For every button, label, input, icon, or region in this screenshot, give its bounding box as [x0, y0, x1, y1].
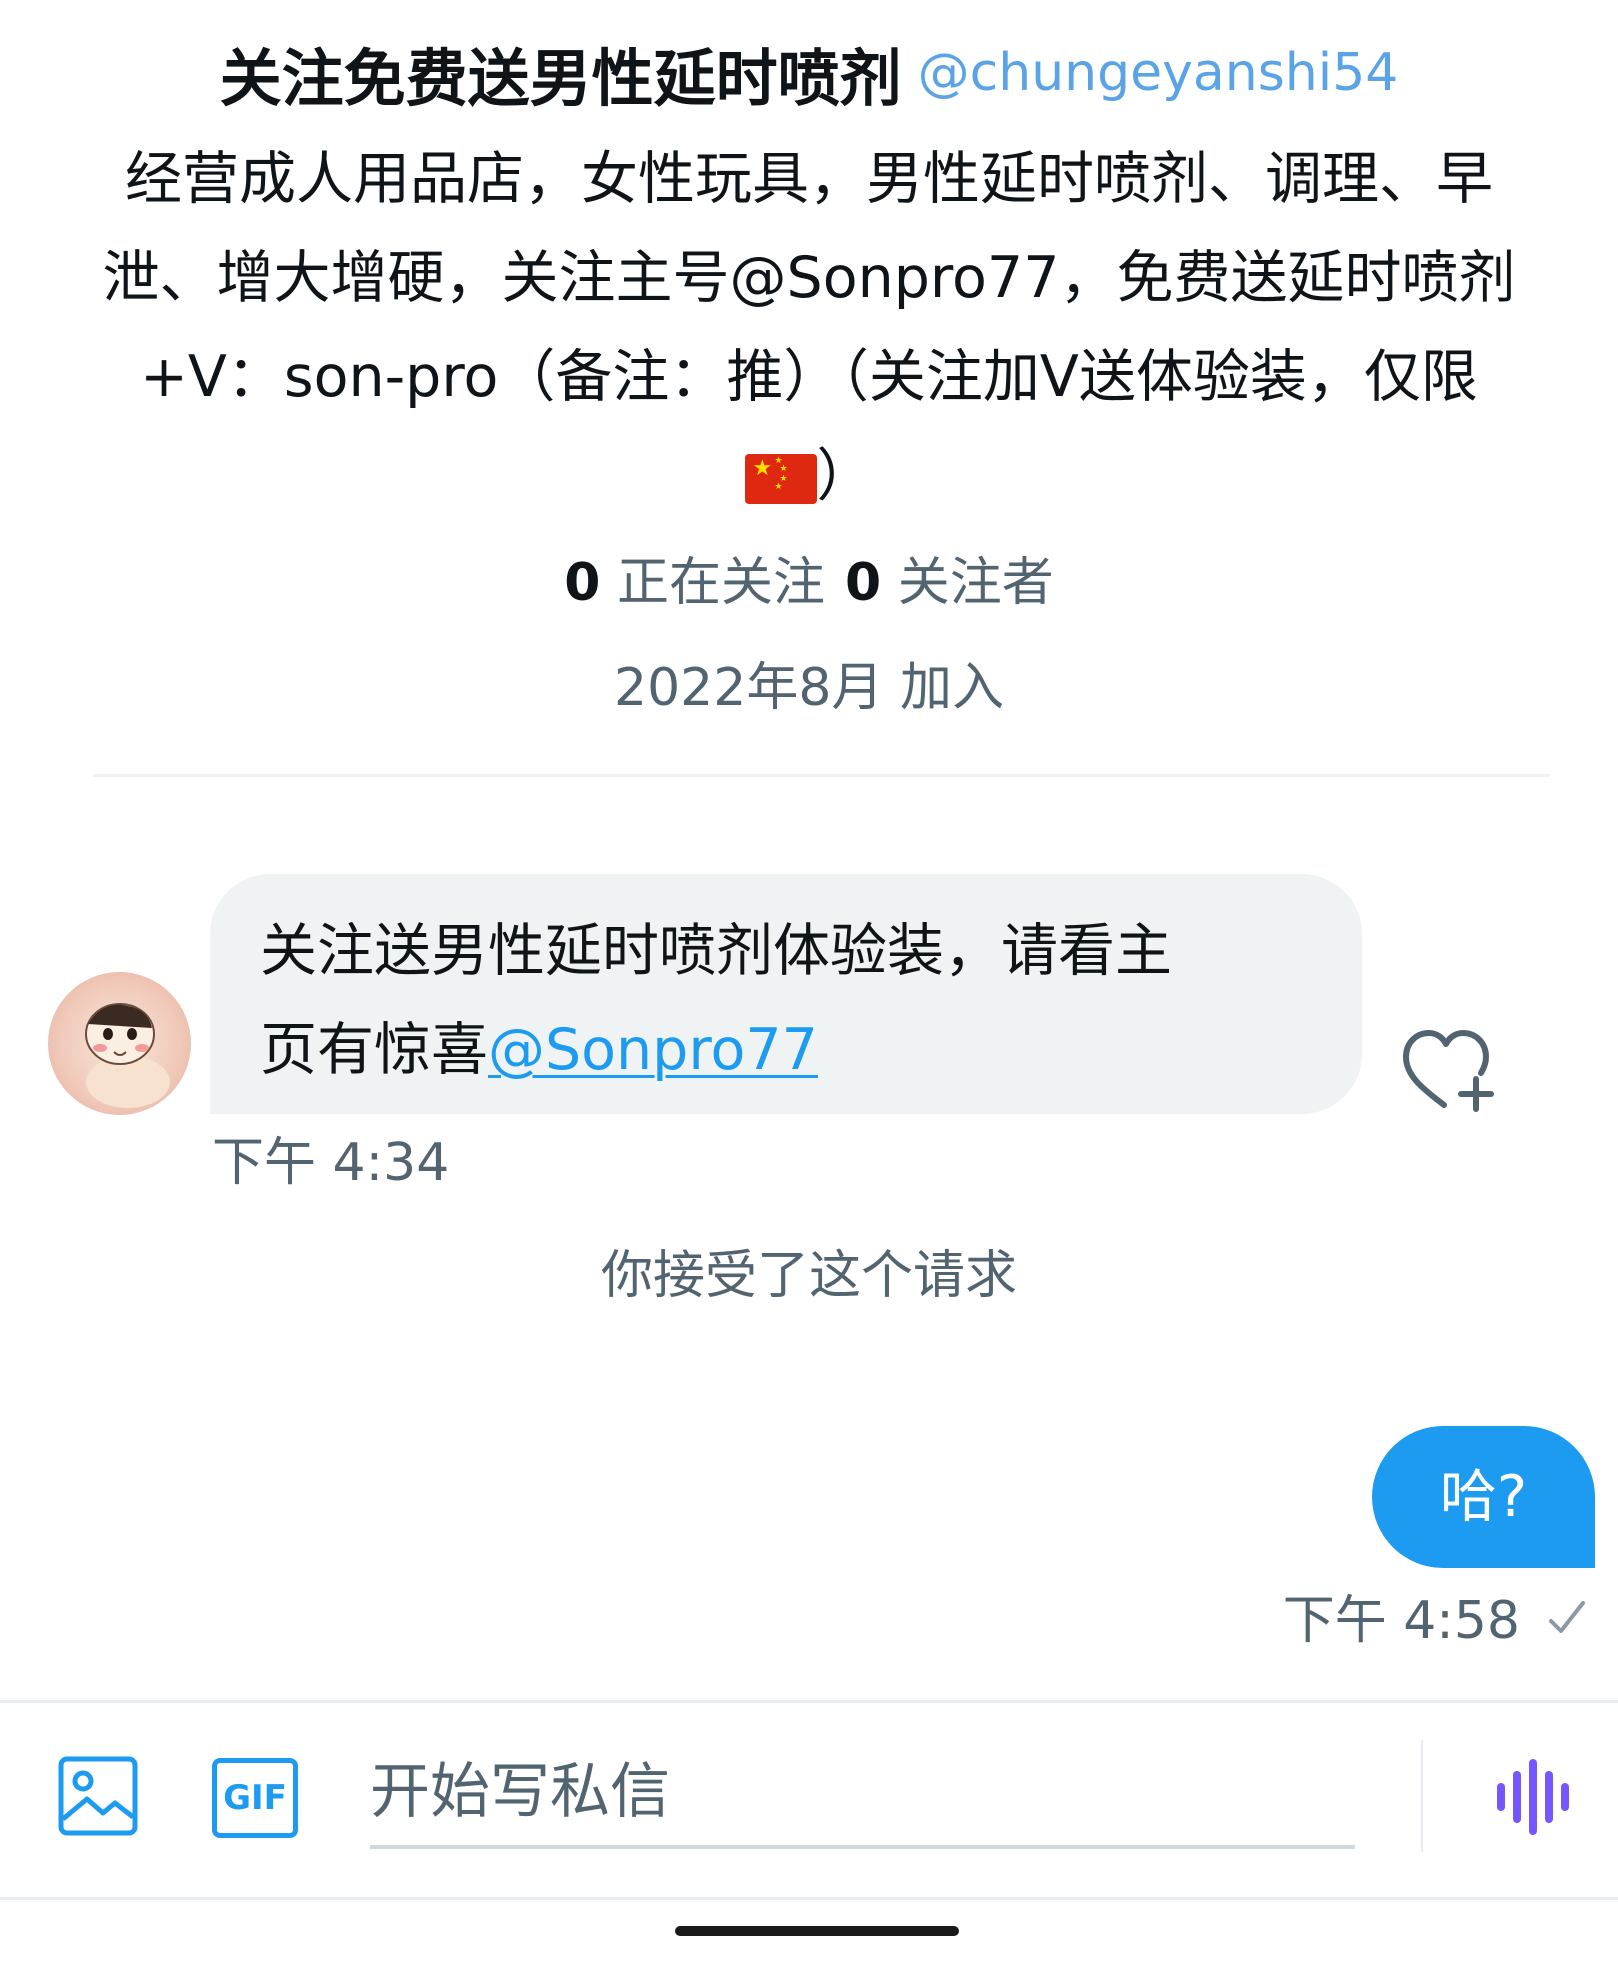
- request-accepted-notice: 你接受了这个请求: [600, 1246, 1017, 1306]
- message-input[interactable]: [370, 1740, 1355, 1844]
- bio-line: +V：son-pro（备注：推）（关注加V送体验装，仅限: [140, 344, 1478, 410]
- heart-plus-icon: [1403, 1030, 1494, 1112]
- incoming-message-text: 页有惊喜: [260, 1017, 488, 1083]
- image-icon: [58, 1756, 138, 1836]
- followers-label: 关注者: [897, 553, 1054, 613]
- bio-closing-paren: ）: [816, 443, 874, 509]
- outgoing-message-time: 下午 4:58: [1282, 1591, 1520, 1651]
- add-gif-button[interactable]: GIF: [212, 1758, 298, 1838]
- followers-link[interactable]: 0 关注者: [845, 553, 1054, 613]
- following-link[interactable]: 0 正在关注: [564, 553, 825, 613]
- home-indicator[interactable]: [675, 1926, 959, 1936]
- composer-bottom-divider: [0, 1897, 1618, 1900]
- profile-handle[interactable]: @chungeyanshi54: [918, 43, 1399, 103]
- message-input-underline: [370, 1845, 1355, 1849]
- incoming-message-line: 关注送男性延时喷剂体验装，请看主: [260, 918, 1172, 984]
- voice-waveform-icon: [1497, 1759, 1569, 1835]
- following-count: 0: [564, 553, 601, 613]
- bio-line-last: ★ ★ ★ ★ ★）: [55, 427, 1563, 526]
- incoming-message-bubble[interactable]: 关注送男性延时喷剂体验装，请看主 页有惊喜@Sonpro77: [210, 874, 1362, 1114]
- follow-stats: 0 正在关注 0 关注者: [0, 540, 1618, 615]
- avatar[interactable]: [48, 972, 191, 1115]
- incoming-message-line: 页有惊喜@Sonpro77: [260, 1001, 1312, 1100]
- mention-link[interactable]: @Sonpro77: [488, 1017, 818, 1083]
- check-icon: [1549, 1601, 1585, 1633]
- composer-separator: [1421, 1740, 1423, 1852]
- incoming-message-time: 下午 4:34: [212, 1133, 450, 1193]
- bio-line: 经营成人用品店，女性玩具，男性延时喷剂、调理、早: [125, 146, 1493, 212]
- gif-icon: GIF: [223, 1778, 287, 1818]
- outgoing-message-bubble[interactable]: 哈?: [1372, 1426, 1595, 1568]
- add-image-button[interactable]: [57, 1755, 139, 1837]
- voice-message-button[interactable]: [1495, 1757, 1571, 1837]
- profile-display-name[interactable]: 关注免费送男性延时喷剂: [220, 42, 902, 115]
- profile-name-row: 关注免费送男性延时喷剂 @chungeyanshi54: [0, 28, 1618, 118]
- react-button[interactable]: [1396, 1025, 1494, 1113]
- following-label: 正在关注: [616, 553, 825, 613]
- composer-divider: [0, 1700, 1618, 1703]
- avatar-illustration: [85, 1003, 170, 1108]
- profile-bio: 经营成人用品店，女性玩具，男性延时喷剂、调理、早 泄、增大增硬，关注主号@Son…: [55, 130, 1563, 526]
- bio-line: 泄、增大增硬，关注主号@Sonpro77，免费送延时喷剂: [102, 245, 1516, 311]
- divider: [93, 774, 1550, 777]
- joined-date: 2022年8月 加入: [614, 658, 1004, 718]
- followers-count: 0: [845, 553, 882, 613]
- china-flag-icon: ★ ★ ★ ★ ★: [744, 454, 817, 505]
